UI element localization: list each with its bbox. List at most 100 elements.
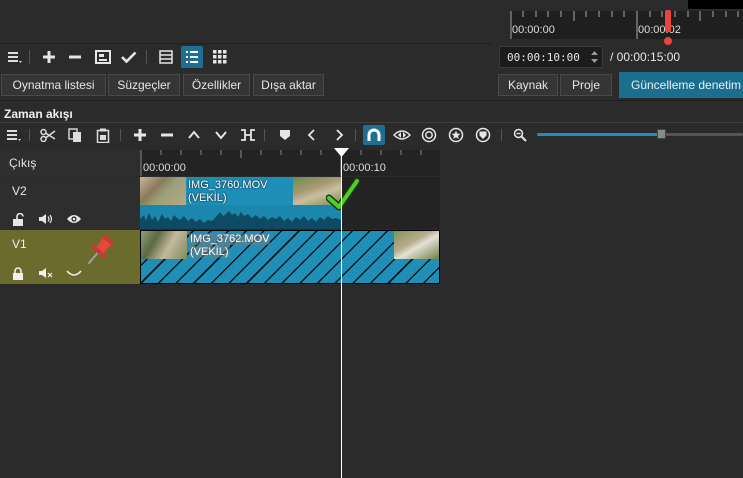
snap-button[interactable] bbox=[363, 125, 385, 145]
copy-button[interactable] bbox=[64, 125, 86, 145]
mute-toggle[interactable] bbox=[37, 211, 55, 227]
lift-icon bbox=[188, 130, 200, 139]
prev-marker-button[interactable] bbox=[301, 125, 323, 145]
track-header-v1[interactable]: V1 bbox=[0, 230, 140, 284]
overwrite-icon bbox=[215, 131, 227, 140]
playhead[interactable] bbox=[341, 148, 342, 478]
tab-project[interactable]: Proje bbox=[560, 74, 612, 96]
mute-toggle[interactable] bbox=[37, 265, 55, 281]
add-marker-button[interactable] bbox=[274, 125, 296, 145]
timeline-menu-button[interactable] bbox=[3, 125, 25, 145]
output-label: Çıkış bbox=[9, 156, 37, 170]
track-name: V2 bbox=[12, 184, 27, 198]
toolbar-divider bbox=[264, 129, 265, 141]
audio-waveform bbox=[140, 205, 341, 229]
icon-view-button[interactable] bbox=[209, 46, 231, 68]
cut-icon bbox=[40, 128, 56, 142]
detail-view-icon bbox=[186, 51, 198, 63]
ripple-markers-button[interactable] bbox=[472, 125, 494, 145]
scrub-button[interactable] bbox=[391, 125, 413, 145]
cut-button[interactable] bbox=[37, 125, 59, 145]
zoom-slider[interactable] bbox=[537, 129, 743, 140]
add-button[interactable] bbox=[38, 46, 60, 68]
ripple-markers-icon bbox=[475, 127, 491, 143]
append-icon bbox=[134, 129, 146, 141]
table-view-button[interactable] bbox=[155, 46, 177, 68]
zoom-out-icon bbox=[513, 128, 527, 142]
overwrite-button[interactable] bbox=[210, 125, 232, 145]
clip-v2[interactable]: IMG_3760.MOV (VEKİL) bbox=[140, 177, 341, 229]
ripple-icon bbox=[421, 127, 437, 143]
speaker-icon bbox=[39, 214, 53, 224]
minus-icon bbox=[69, 55, 81, 59]
timeline-ruler[interactable]: 00:00:00 00:00:10 bbox=[140, 150, 440, 176]
track-header-v2[interactable]: V2 bbox=[0, 177, 140, 229]
ripple-all-button[interactable] bbox=[445, 125, 467, 145]
playhead-handle[interactable] bbox=[334, 148, 349, 157]
tab-filters[interactable]: Süzgeçler bbox=[108, 74, 180, 96]
speaker-muted-icon bbox=[39, 268, 53, 278]
lift-button[interactable] bbox=[183, 125, 205, 145]
next-marker-button[interactable] bbox=[328, 125, 350, 145]
tab-export[interactable]: Dışa aktar bbox=[253, 74, 324, 96]
remove-button[interactable] bbox=[64, 46, 86, 68]
toolbar-divider bbox=[120, 129, 121, 141]
ripple-all-icon bbox=[448, 127, 464, 143]
plus-icon bbox=[43, 51, 55, 63]
tab-source[interactable]: Kaynak bbox=[498, 74, 558, 96]
toolbar-divider bbox=[29, 129, 30, 141]
split-button[interactable] bbox=[237, 125, 259, 145]
ruler-label-start: 00:00:00 bbox=[143, 162, 186, 174]
clip-proxy-label: (VEKİL) bbox=[189, 246, 230, 258]
top-left-panel bbox=[0, 0, 492, 44]
timecode-field[interactable]: 00:00:10:00 bbox=[499, 46, 603, 68]
snap-icon bbox=[367, 128, 381, 141]
tab-properties[interactable]: Özellikler bbox=[183, 74, 250, 96]
player-ruler[interactable]: 00:00:00 00:00:02 bbox=[492, 0, 743, 45]
top-separator bbox=[0, 43, 492, 44]
copy-icon bbox=[68, 127, 81, 142]
clip-v1[interactable]: IMG_3762.MOV (VEKİL) bbox=[140, 230, 440, 284]
unlock-icon bbox=[13, 212, 24, 226]
apply-button[interactable] bbox=[118, 46, 140, 68]
eye-icon bbox=[67, 215, 81, 223]
remove-clip-button[interactable] bbox=[156, 125, 178, 145]
exclamation-icon bbox=[664, 10, 672, 45]
lock-icon bbox=[13, 266, 23, 280]
spin-arrows-icon[interactable] bbox=[590, 49, 599, 65]
zoom-out-button[interactable] bbox=[509, 125, 531, 145]
zoom-slider-handle[interactable] bbox=[657, 129, 666, 139]
check-updates-button[interactable]: Güncelleme denetim bbox=[619, 72, 743, 98]
ruler-ticks bbox=[510, 11, 739, 39]
append-button[interactable] bbox=[129, 125, 151, 145]
track-name: V1 bbox=[12, 237, 27, 251]
paste-button[interactable] bbox=[92, 125, 114, 145]
check-mark-icon bbox=[326, 178, 360, 211]
toolbar-divider bbox=[355, 129, 356, 141]
toolbar-divider bbox=[146, 50, 147, 64]
output-header: Çıkış bbox=[0, 150, 140, 176]
playlist-menu-button[interactable] bbox=[4, 46, 26, 68]
clip-thumbnail-end bbox=[394, 231, 439, 259]
zoom-slider-fill bbox=[537, 133, 661, 136]
scrub-icon bbox=[393, 130, 411, 140]
table-view-icon bbox=[159, 50, 173, 64]
ripple-button[interactable] bbox=[418, 125, 440, 145]
hide-toggle[interactable] bbox=[65, 211, 83, 227]
clip-proxy-label: (VEKİL) bbox=[188, 192, 227, 204]
icon-view-icon bbox=[213, 50, 227, 64]
pushpin-icon bbox=[87, 234, 115, 265]
timeline-title-line bbox=[0, 122, 743, 123]
panel-separator bbox=[0, 100, 743, 101]
lock-toggle[interactable] bbox=[10, 265, 26, 281]
paste-icon bbox=[96, 128, 110, 143]
total-duration: / 00:00:15:00 bbox=[610, 50, 681, 64]
clip-name: IMG_3760.MOV bbox=[188, 179, 268, 191]
detail-view-button[interactable] bbox=[181, 46, 203, 68]
ruler-label-10: 00:00:10 bbox=[343, 162, 386, 174]
tab-playlist[interactable]: Oynatma listesi bbox=[1, 74, 106, 96]
update-button[interactable] bbox=[92, 46, 114, 68]
lock-toggle[interactable] bbox=[10, 211, 26, 227]
ruler-black-box bbox=[688, 0, 743, 9]
clip-thumbnail-start bbox=[141, 231, 187, 259]
